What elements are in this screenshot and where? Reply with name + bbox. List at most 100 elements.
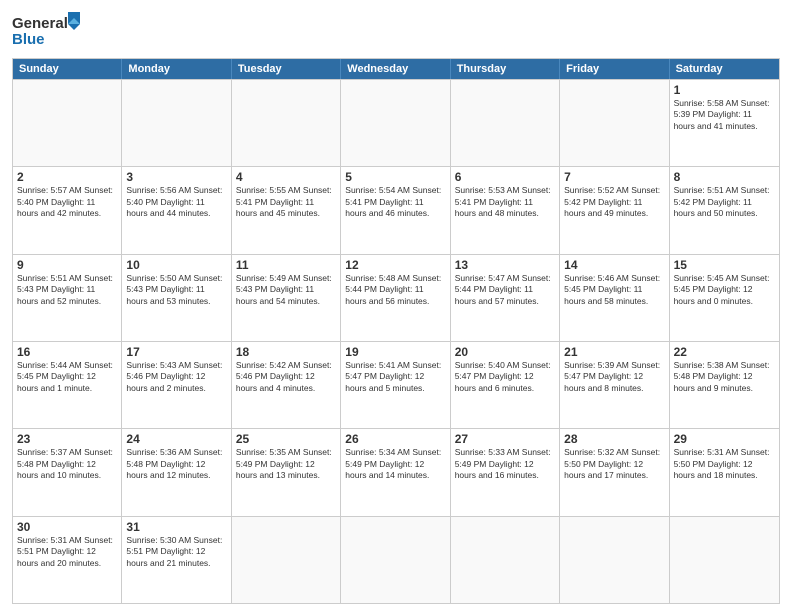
empty-cell-0-2 <box>232 80 341 166</box>
day-number-19: 19 <box>345 345 445 359</box>
day-number-25: 25 <box>236 432 336 446</box>
day-13: 13Sunrise: 5:47 AM Sunset: 5:44 PM Dayli… <box>451 255 560 341</box>
day-16: 16Sunrise: 5:44 AM Sunset: 5:45 PM Dayli… <box>13 342 122 428</box>
day-number-29: 29 <box>674 432 775 446</box>
day-info-7: Sunrise: 5:52 AM Sunset: 5:42 PM Dayligh… <box>564 185 664 219</box>
day-number-23: 23 <box>17 432 117 446</box>
weekday-tuesday: Tuesday <box>232 59 341 79</box>
day-23: 23Sunrise: 5:37 AM Sunset: 5:48 PM Dayli… <box>13 429 122 515</box>
day-21: 21Sunrise: 5:39 AM Sunset: 5:47 PM Dayli… <box>560 342 669 428</box>
day-8: 8Sunrise: 5:51 AM Sunset: 5:42 PM Daylig… <box>670 167 779 253</box>
day-30: 30Sunrise: 5:31 AM Sunset: 5:51 PM Dayli… <box>13 517 122 603</box>
day-info-4: Sunrise: 5:55 AM Sunset: 5:41 PM Dayligh… <box>236 185 336 219</box>
logo-svg: General Blue <box>12 10 82 52</box>
day-3: 3Sunrise: 5:56 AM Sunset: 5:40 PM Daylig… <box>122 167 231 253</box>
day-info-9: Sunrise: 5:51 AM Sunset: 5:43 PM Dayligh… <box>17 273 117 307</box>
svg-text:General: General <box>12 15 68 32</box>
empty-cell-5-5 <box>560 517 669 603</box>
day-number-22: 22 <box>674 345 775 359</box>
page: General Blue SundayMondayTuesdayWednesda… <box>0 0 792 612</box>
day-14: 14Sunrise: 5:46 AM Sunset: 5:45 PM Dayli… <box>560 255 669 341</box>
day-number-27: 27 <box>455 432 555 446</box>
day-12: 12Sunrise: 5:48 AM Sunset: 5:44 PM Dayli… <box>341 255 450 341</box>
day-info-28: Sunrise: 5:32 AM Sunset: 5:50 PM Dayligh… <box>564 447 664 481</box>
day-11: 11Sunrise: 5:49 AM Sunset: 5:43 PM Dayli… <box>232 255 341 341</box>
day-info-11: Sunrise: 5:49 AM Sunset: 5:43 PM Dayligh… <box>236 273 336 307</box>
calendar-header: SundayMondayTuesdayWednesdayThursdayFrid… <box>13 59 779 79</box>
day-info-25: Sunrise: 5:35 AM Sunset: 5:49 PM Dayligh… <box>236 447 336 481</box>
day-6: 6Sunrise: 5:53 AM Sunset: 5:41 PM Daylig… <box>451 167 560 253</box>
day-number-12: 12 <box>345 258 445 272</box>
calendar: SundayMondayTuesdayWednesdayThursdayFrid… <box>12 58 780 604</box>
empty-cell-5-4 <box>451 517 560 603</box>
day-info-26: Sunrise: 5:34 AM Sunset: 5:49 PM Dayligh… <box>345 447 445 481</box>
day-info-16: Sunrise: 5:44 AM Sunset: 5:45 PM Dayligh… <box>17 360 117 394</box>
day-info-1: Sunrise: 5:58 AM Sunset: 5:39 PM Dayligh… <box>674 98 775 132</box>
day-1: 1Sunrise: 5:58 AM Sunset: 5:39 PM Daylig… <box>670 80 779 166</box>
day-27: 27Sunrise: 5:33 AM Sunset: 5:49 PM Dayli… <box>451 429 560 515</box>
day-5: 5Sunrise: 5:54 AM Sunset: 5:41 PM Daylig… <box>341 167 450 253</box>
day-info-2: Sunrise: 5:57 AM Sunset: 5:40 PM Dayligh… <box>17 185 117 219</box>
day-24: 24Sunrise: 5:36 AM Sunset: 5:48 PM Dayli… <box>122 429 231 515</box>
day-number-28: 28 <box>564 432 664 446</box>
calendar-row-4: 23Sunrise: 5:37 AM Sunset: 5:48 PM Dayli… <box>13 428 779 515</box>
day-info-14: Sunrise: 5:46 AM Sunset: 5:45 PM Dayligh… <box>564 273 664 307</box>
day-4: 4Sunrise: 5:55 AM Sunset: 5:41 PM Daylig… <box>232 167 341 253</box>
day-31: 31Sunrise: 5:30 AM Sunset: 5:51 PM Dayli… <box>122 517 231 603</box>
day-info-17: Sunrise: 5:43 AM Sunset: 5:46 PM Dayligh… <box>126 360 226 394</box>
day-info-5: Sunrise: 5:54 AM Sunset: 5:41 PM Dayligh… <box>345 185 445 219</box>
weekday-wednesday: Wednesday <box>341 59 450 79</box>
day-number-6: 6 <box>455 170 555 184</box>
day-number-7: 7 <box>564 170 664 184</box>
empty-cell-0-1 <box>122 80 231 166</box>
calendar-row-5: 30Sunrise: 5:31 AM Sunset: 5:51 PM Dayli… <box>13 516 779 603</box>
day-info-10: Sunrise: 5:50 AM Sunset: 5:43 PM Dayligh… <box>126 273 226 307</box>
day-info-18: Sunrise: 5:42 AM Sunset: 5:46 PM Dayligh… <box>236 360 336 394</box>
empty-cell-5-2 <box>232 517 341 603</box>
weekday-sunday: Sunday <box>13 59 122 79</box>
weekday-saturday: Saturday <box>670 59 779 79</box>
day-number-13: 13 <box>455 258 555 272</box>
empty-cell-0-0 <box>13 80 122 166</box>
day-18: 18Sunrise: 5:42 AM Sunset: 5:46 PM Dayli… <box>232 342 341 428</box>
day-number-3: 3 <box>126 170 226 184</box>
header: General Blue <box>12 10 780 52</box>
logo: General Blue <box>12 10 82 52</box>
day-info-23: Sunrise: 5:37 AM Sunset: 5:48 PM Dayligh… <box>17 447 117 481</box>
calendar-row-2: 9Sunrise: 5:51 AM Sunset: 5:43 PM Daylig… <box>13 254 779 341</box>
day-number-26: 26 <box>345 432 445 446</box>
day-25: 25Sunrise: 5:35 AM Sunset: 5:49 PM Dayli… <box>232 429 341 515</box>
day-info-27: Sunrise: 5:33 AM Sunset: 5:49 PM Dayligh… <box>455 447 555 481</box>
weekday-thursday: Thursday <box>451 59 560 79</box>
empty-cell-5-3 <box>341 517 450 603</box>
day-number-8: 8 <box>674 170 775 184</box>
day-number-20: 20 <box>455 345 555 359</box>
day-info-22: Sunrise: 5:38 AM Sunset: 5:48 PM Dayligh… <box>674 360 775 394</box>
day-info-31: Sunrise: 5:30 AM Sunset: 5:51 PM Dayligh… <box>126 535 226 569</box>
day-number-1: 1 <box>674 83 775 97</box>
day-info-15: Sunrise: 5:45 AM Sunset: 5:45 PM Dayligh… <box>674 273 775 307</box>
day-info-29: Sunrise: 5:31 AM Sunset: 5:50 PM Dayligh… <box>674 447 775 481</box>
day-number-17: 17 <box>126 345 226 359</box>
day-number-14: 14 <box>564 258 664 272</box>
day-2: 2Sunrise: 5:57 AM Sunset: 5:40 PM Daylig… <box>13 167 122 253</box>
day-number-16: 16 <box>17 345 117 359</box>
day-info-30: Sunrise: 5:31 AM Sunset: 5:51 PM Dayligh… <box>17 535 117 569</box>
day-number-2: 2 <box>17 170 117 184</box>
empty-cell-0-4 <box>451 80 560 166</box>
day-20: 20Sunrise: 5:40 AM Sunset: 5:47 PM Dayli… <box>451 342 560 428</box>
day-number-24: 24 <box>126 432 226 446</box>
day-17: 17Sunrise: 5:43 AM Sunset: 5:46 PM Dayli… <box>122 342 231 428</box>
day-info-12: Sunrise: 5:48 AM Sunset: 5:44 PM Dayligh… <box>345 273 445 307</box>
day-info-13: Sunrise: 5:47 AM Sunset: 5:44 PM Dayligh… <box>455 273 555 307</box>
day-info-3: Sunrise: 5:56 AM Sunset: 5:40 PM Dayligh… <box>126 185 226 219</box>
day-15: 15Sunrise: 5:45 AM Sunset: 5:45 PM Dayli… <box>670 255 779 341</box>
day-info-20: Sunrise: 5:40 AM Sunset: 5:47 PM Dayligh… <box>455 360 555 394</box>
day-19: 19Sunrise: 5:41 AM Sunset: 5:47 PM Dayli… <box>341 342 450 428</box>
day-number-10: 10 <box>126 258 226 272</box>
day-28: 28Sunrise: 5:32 AM Sunset: 5:50 PM Dayli… <box>560 429 669 515</box>
day-number-11: 11 <box>236 258 336 272</box>
day-info-24: Sunrise: 5:36 AM Sunset: 5:48 PM Dayligh… <box>126 447 226 481</box>
day-number-18: 18 <box>236 345 336 359</box>
day-29: 29Sunrise: 5:31 AM Sunset: 5:50 PM Dayli… <box>670 429 779 515</box>
